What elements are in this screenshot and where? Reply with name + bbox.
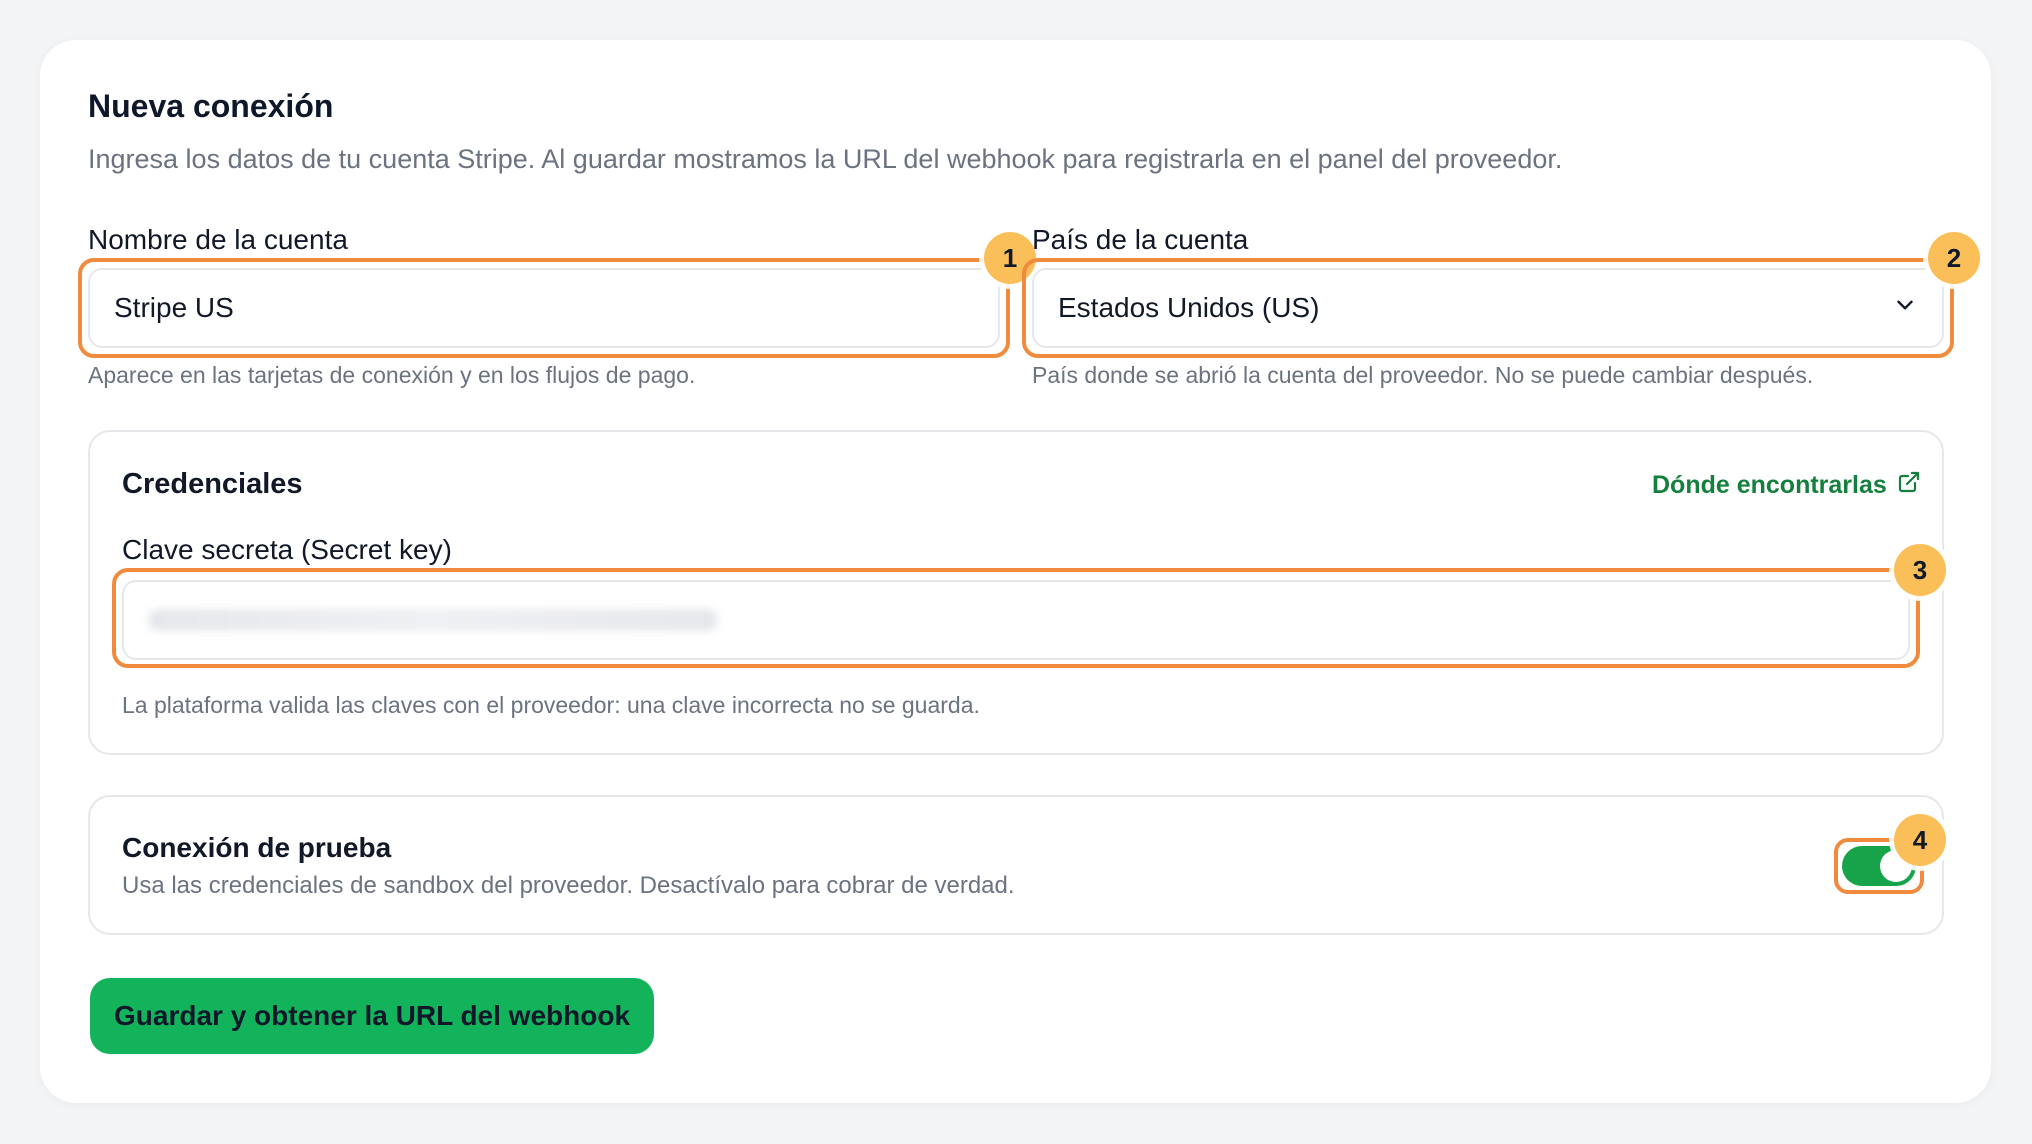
test-connection-description: Usa las credenciales de sandbox del prov… (122, 872, 1015, 899)
external-link-icon (1897, 470, 1921, 501)
highlight-account-name (78, 258, 1010, 358)
test-connection-title: Conexión de prueba (122, 832, 392, 863)
callout-badge-2: 2 (1928, 232, 1980, 284)
form-title: Nueva conexión (88, 88, 334, 124)
account-name-help: Aparece en las tarjetas de conexión y en… (88, 362, 696, 388)
callout-badge-3: 3 (1894, 544, 1946, 596)
account-country-label: País de la cuenta (1032, 224, 1249, 255)
secret-key-label: Clave secreta (Secret key) (122, 534, 452, 565)
highlight-secret-key (112, 568, 1920, 668)
where-to-find-label: Dónde encontrarlas (1652, 471, 1887, 499)
where-to-find-link[interactable]: Dónde encontrarlas (1652, 470, 1921, 501)
highlight-account-country (1022, 258, 1954, 358)
test-connection-panel (88, 795, 1944, 935)
callout-badge-4: 4 (1894, 814, 1946, 866)
account-name-label: Nombre de la cuenta (88, 224, 348, 255)
credentials-title: Credenciales (122, 468, 303, 500)
save-and-get-webhook-button[interactable]: Guardar y obtener la URL del webhook (90, 978, 654, 1054)
secret-key-help: La plataforma valida las claves con el p… (122, 692, 980, 718)
form-subtitle: Ingresa los datos de tu cuenta Stripe. A… (88, 144, 1563, 174)
account-country-help: País donde se abrió la cuenta del provee… (1032, 362, 1814, 388)
